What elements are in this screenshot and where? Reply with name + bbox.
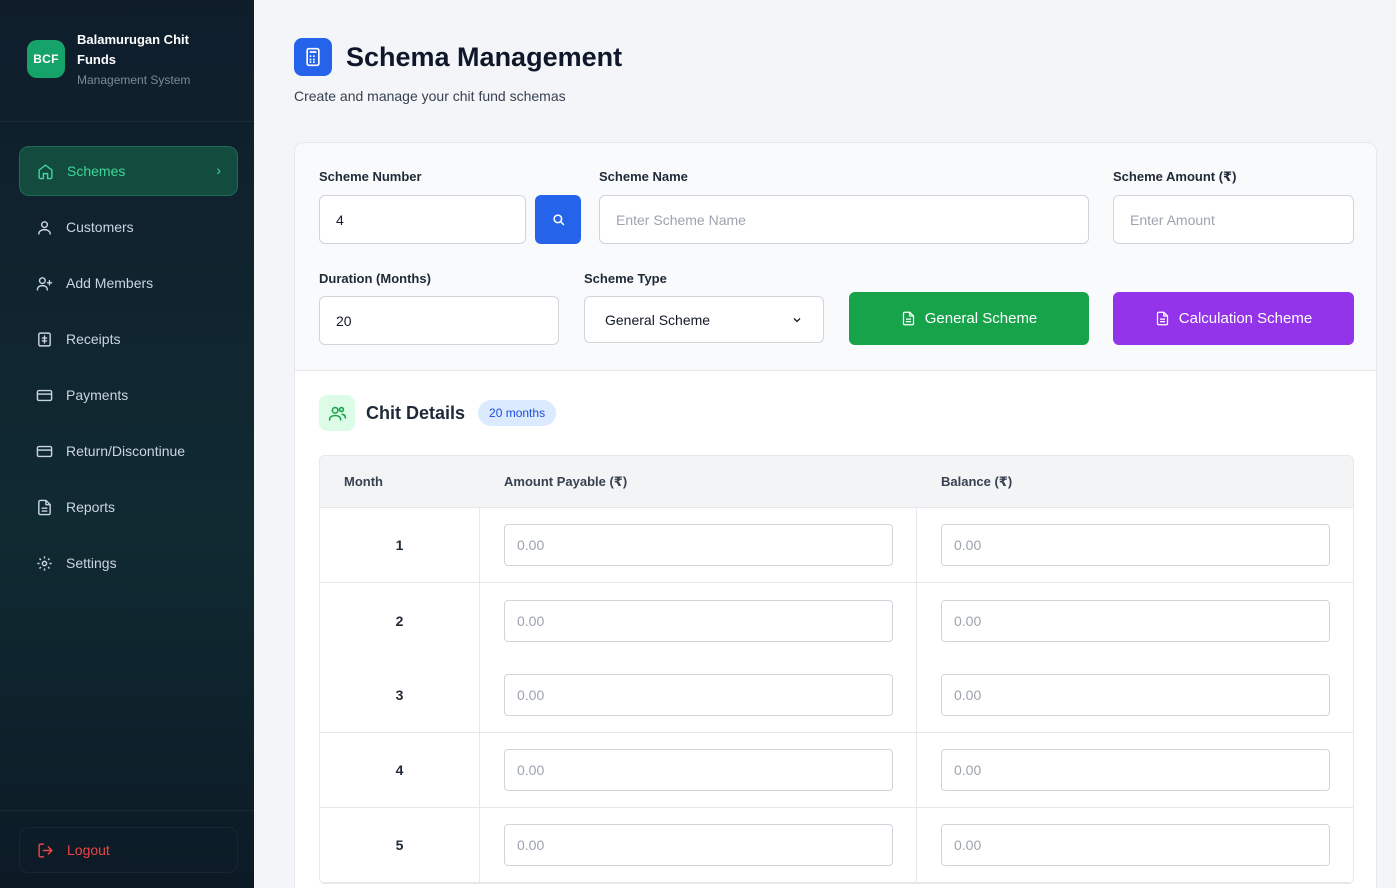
brand-name: Balamurugan Chit Funds <box>77 32 189 67</box>
general-scheme-label: General Scheme <box>924 310 1038 327</box>
balance-input[interactable] <box>941 524 1330 566</box>
sidebar-item-label: Payments <box>66 387 129 403</box>
brand-logo: BCF <box>27 40 65 78</box>
balance-input[interactable] <box>941 674 1330 716</box>
month-cell: 4 <box>320 733 480 807</box>
brand-subtitle: Management System <box>77 73 191 87</box>
chit-details-title: Chit Details <box>366 402 466 423</box>
general-scheme-button[interactable]: General Scheme <box>849 292 1089 345</box>
sidebar-item-label: Settings <box>66 555 117 571</box>
amount-payable-input[interactable] <box>504 749 893 791</box>
card-icon <box>35 386 53 404</box>
gear-icon <box>35 554 53 572</box>
scheme-amount-label: Scheme Amount (₹) <box>1113 169 1237 184</box>
scheme-name-input[interactable] <box>599 195 1089 244</box>
calculator-icon <box>294 38 332 76</box>
month-cell: 5 <box>320 808 480 882</box>
scheme-form: Scheme Number Scheme Name Scheme Amount … <box>295 143 1376 371</box>
table-row: 5 <box>320 808 1353 883</box>
user-plus-icon <box>35 274 53 292</box>
sidebar: BCF Balamurugan Chit Funds Management Sy… <box>0 0 254 888</box>
month-cell: 3 <box>320 658 480 732</box>
sidebar-item-settings[interactable]: Settings <box>19 538 238 588</box>
receipt-icon <box>35 330 53 348</box>
scheme-type-value: General Scheme <box>605 311 711 328</box>
logout-label: Logout <box>67 842 110 858</box>
balance-input[interactable] <box>941 824 1330 866</box>
amount-payable-input[interactable] <box>504 674 893 716</box>
chit-details-table: Month Amount Payable (₹) Balance (₹) 1 2… <box>319 455 1354 884</box>
sidebar-item-add-members[interactable]: Add Members <box>19 258 238 308</box>
brand: BCF Balamurugan Chit Funds Management Sy… <box>0 0 254 122</box>
page-subtitle: Create and manage your chit fund schemas <box>294 88 566 104</box>
sidebar-item-payments[interactable]: Payments <box>19 370 238 420</box>
column-header-balance: Balance (₹) <box>941 473 1013 489</box>
amount-payable-input[interactable] <box>504 599 893 642</box>
sidebar-item-receipts[interactable]: Receipts <box>19 314 238 364</box>
table-row: 2 <box>320 583 1353 658</box>
sidebar-item-label: Add Members <box>66 275 154 291</box>
sidebar-item-schemes[interactable]: Schemes › <box>19 146 238 196</box>
calculation-scheme-label: Calculation Scheme <box>1178 310 1313 327</box>
user-icon <box>35 218 53 236</box>
duration-input[interactable] <box>319 296 559 345</box>
logout-area: Logout <box>0 810 254 888</box>
month-cell: 1 <box>320 508 480 582</box>
logout-button[interactable]: Logout <box>19 827 238 873</box>
chit-details-header: Chit Details 20 months <box>319 395 557 431</box>
chevron-down-icon <box>793 317 801 322</box>
scheme-card: Scheme Number Scheme Name Scheme Amount … <box>294 142 1377 888</box>
duration-label: Duration (Months) <box>319 271 431 286</box>
card-icon <box>35 442 53 460</box>
scheme-type-select[interactable]: General Scheme <box>584 296 824 343</box>
document-icon <box>1156 311 1168 326</box>
logout-icon <box>36 841 54 859</box>
document-icon <box>902 311 914 326</box>
scheme-amount-input[interactable] <box>1113 195 1354 244</box>
users-icon <box>319 395 355 431</box>
sidebar-item-label: Reports <box>66 499 116 515</box>
sidebar-item-reports[interactable]: Reports <box>19 482 238 532</box>
main-content: Schema Management Create and manage your… <box>254 0 1396 888</box>
search-button[interactable] <box>535 195 581 244</box>
calculation-scheme-button[interactable]: Calculation Scheme <box>1113 292 1354 345</box>
column-header-month: Month <box>344 474 383 489</box>
home-icon <box>36 162 54 180</box>
document-icon <box>35 498 53 516</box>
scheme-number-label: Scheme Number <box>319 169 422 184</box>
scheme-number-input[interactable] <box>319 195 526 244</box>
sidebar-item-customers[interactable]: Customers <box>19 202 238 252</box>
page-header: Schema Management Create and manage your… <box>294 38 622 104</box>
amount-payable-input[interactable] <box>504 524 893 566</box>
month-cell: 2 <box>320 583 480 658</box>
table-row: 3 <box>320 658 1353 733</box>
sidebar-item-label: Schemes <box>67 163 126 179</box>
column-header-amount: Amount Payable (₹) <box>504 473 628 489</box>
table-row: 1 <box>320 508 1353 583</box>
sidebar-item-label: Customers <box>66 219 134 235</box>
sidebar-item-label: Receipts <box>66 331 121 347</box>
sidebar-item-label: Return/Discontinue <box>66 443 186 459</box>
page-title: Schema Management <box>346 41 623 72</box>
months-badge: 20 months <box>478 400 557 426</box>
table-row: 4 <box>320 733 1353 808</box>
balance-input[interactable] <box>941 749 1330 791</box>
balance-input[interactable] <box>941 599 1330 642</box>
amount-payable-input[interactable] <box>504 824 893 866</box>
scheme-type-label: Scheme Type <box>584 271 667 286</box>
search-icon <box>552 214 564 226</box>
sidebar-nav: Schemes › Customers Add Members Receipts <box>0 122 254 588</box>
scheme-name-label: Scheme Name <box>599 169 688 184</box>
sidebar-item-return-discontinue[interactable]: Return/Discontinue <box>19 426 238 476</box>
chevron-right-icon: › <box>216 162 221 178</box>
table-header: Month Amount Payable (₹) Balance (₹) <box>320 456 1353 508</box>
